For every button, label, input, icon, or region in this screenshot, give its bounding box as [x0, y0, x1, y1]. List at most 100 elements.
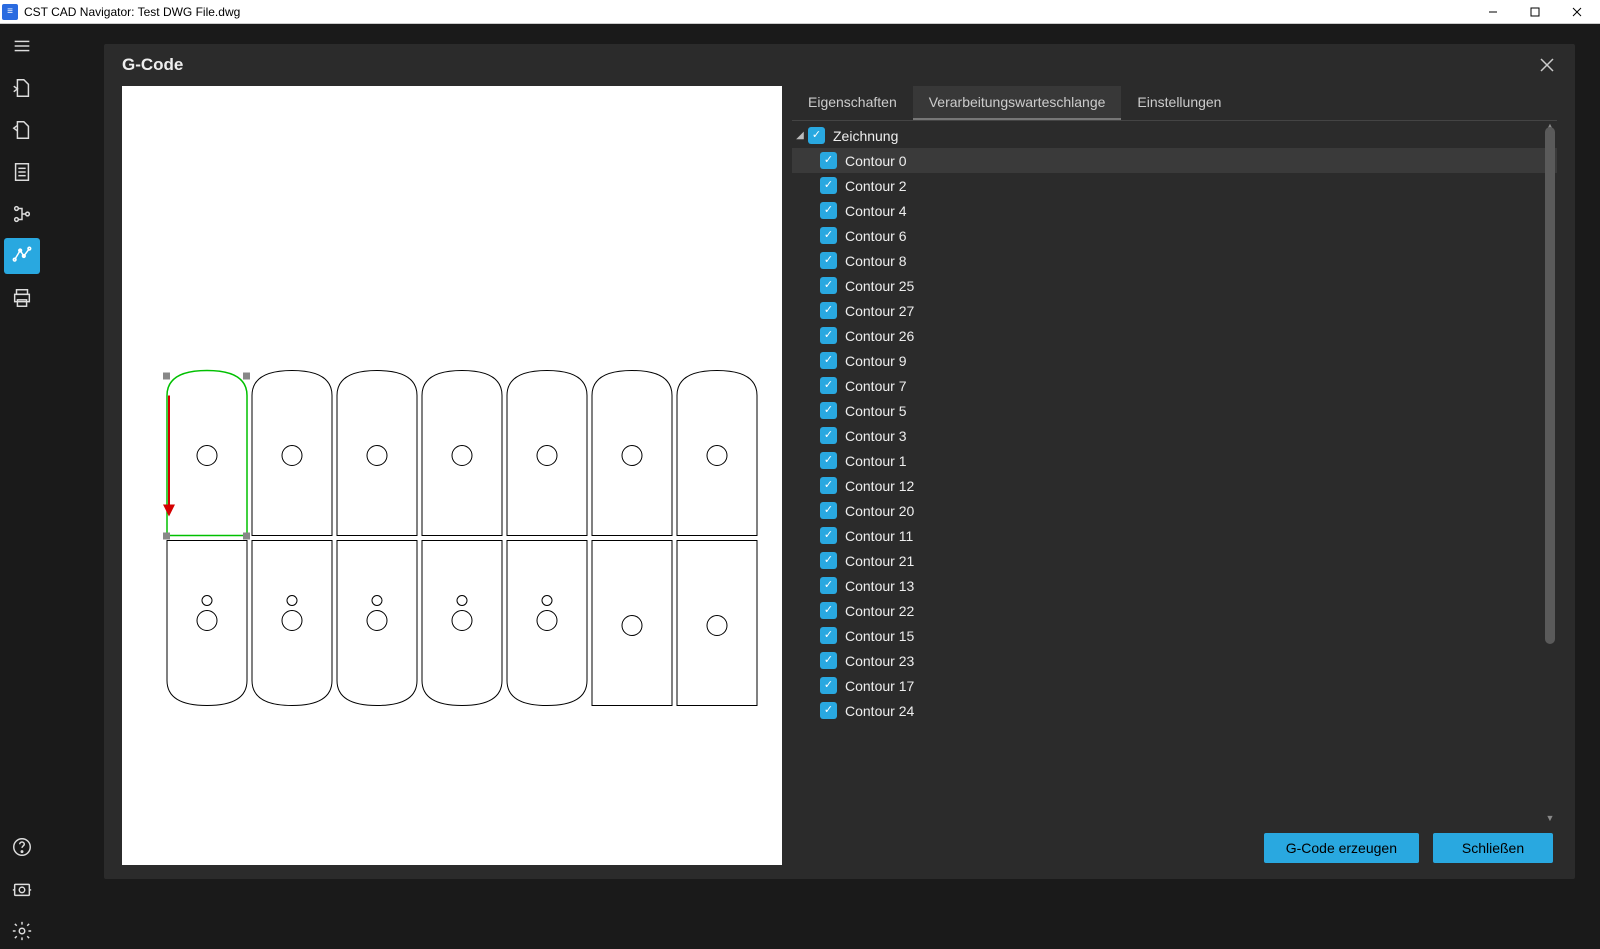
contour-label: Contour 27 [845, 303, 914, 319]
window-titlebar: CST CAD Navigator: Test DWG File.dwg [0, 0, 1600, 24]
contour-label: Contour 12 [845, 478, 914, 494]
checkbox-icon[interactable] [820, 327, 837, 344]
checkbox-icon[interactable] [820, 302, 837, 319]
contour-row[interactable]: Contour 27 [792, 298, 1557, 323]
checkbox-icon[interactable] [820, 152, 837, 169]
scroll-down-arrow[interactable]: ▼ [1545, 813, 1555, 823]
contour-row[interactable]: Contour 4 [792, 198, 1557, 223]
checkbox-icon[interactable] [820, 527, 837, 544]
tree-root[interactable]: ◢ Zeichnung [792, 123, 1557, 148]
menu-icon[interactable] [4, 28, 40, 64]
right-panel: EigenschaftenVerarbeitungswarteschlangeE… [792, 86, 1557, 865]
checkbox-icon[interactable] [820, 377, 837, 394]
scrollbar-thumb[interactable] [1545, 127, 1555, 644]
checkbox-icon[interactable] [820, 177, 837, 194]
contour-row[interactable]: Contour 17 [792, 673, 1557, 698]
contour-label: Contour 6 [845, 228, 906, 244]
tab-settings[interactable]: Einstellungen [1121, 86, 1237, 120]
expand-arrow-icon[interactable]: ◢ [794, 130, 806, 141]
window-close-button[interactable] [1556, 0, 1598, 24]
checkbox-icon[interactable] [820, 602, 837, 619]
app-icon [2, 4, 18, 20]
contour-label: Contour 24 [845, 703, 914, 719]
contour-label: Contour 21 [845, 553, 914, 569]
contour-row[interactable]: Contour 13 [792, 573, 1557, 598]
left-sidebar [0, 24, 44, 949]
tree-root-label: Zeichnung [833, 128, 898, 144]
contour-row[interactable]: Contour 24 [792, 698, 1557, 723]
contour-label: Contour 22 [845, 603, 914, 619]
structure-icon[interactable] [4, 196, 40, 232]
contour-row[interactable]: Contour 6 [792, 223, 1557, 248]
checkbox-icon[interactable] [820, 227, 837, 244]
window-minimize-button[interactable] [1472, 0, 1514, 24]
contour-label: Contour 7 [845, 378, 906, 394]
contour-label: Contour 4 [845, 203, 906, 219]
contour-row[interactable]: Contour 22 [792, 598, 1557, 623]
help-icon[interactable] [4, 829, 40, 865]
contour-row[interactable]: Contour 25 [792, 273, 1557, 298]
tabs: EigenschaftenVerarbeitungswarteschlangeE… [792, 86, 1557, 121]
tab-props[interactable]: Eigenschaften [792, 86, 913, 120]
contour-row[interactable]: Contour 8 [792, 248, 1557, 273]
contour-row[interactable]: Contour 5 [792, 398, 1557, 423]
contour-row[interactable]: Contour 21 [792, 548, 1557, 573]
checkbox-icon[interactable] [820, 202, 837, 219]
contour-label: Contour 3 [845, 428, 906, 444]
checkbox-icon[interactable] [820, 552, 837, 569]
contour-row[interactable]: Contour 1 [792, 448, 1557, 473]
contour-row[interactable]: Contour 2 [792, 173, 1557, 198]
checkbox-icon[interactable] [820, 452, 837, 469]
checkbox-icon[interactable] [820, 652, 837, 669]
window-title: CST CAD Navigator: Test DWG File.dwg [24, 5, 1472, 19]
checkbox-icon[interactable] [820, 427, 837, 444]
import-file-icon[interactable] [4, 70, 40, 106]
checkbox-icon[interactable] [820, 702, 837, 719]
modal-close-button[interactable] [1537, 55, 1557, 75]
checkbox-icon[interactable] [820, 577, 837, 594]
contour-row[interactable]: Contour 12 [792, 473, 1557, 498]
contour-label: Contour 2 [845, 178, 906, 194]
contour-row[interactable]: Contour 0 [792, 148, 1557, 173]
document-icon[interactable] [4, 154, 40, 190]
export-file-icon[interactable] [4, 112, 40, 148]
contour-row[interactable]: Contour 26 [792, 323, 1557, 348]
gcode-modal: G-Code [104, 44, 1575, 879]
generate-gcode-button[interactable]: G-Code erzeugen [1264, 833, 1419, 863]
close-modal-button[interactable]: Schließen [1433, 833, 1553, 863]
contour-label: Contour 26 [845, 328, 914, 344]
contour-row[interactable]: Contour 11 [792, 523, 1557, 548]
print-icon[interactable] [4, 280, 40, 316]
checkbox-icon[interactable] [820, 352, 837, 369]
contour-label: Contour 5 [845, 403, 906, 419]
checkbox-icon[interactable] [820, 402, 837, 419]
window-maximize-button[interactable] [1514, 0, 1556, 24]
contour-row[interactable]: Contour 23 [792, 648, 1557, 673]
settings-icon[interactable] [4, 913, 40, 949]
modal-body: EigenschaftenVerarbeitungswarteschlangeE… [104, 86, 1575, 879]
contour-label: Contour 17 [845, 678, 914, 694]
contour-label: Contour 11 [845, 528, 913, 544]
contour-row[interactable]: Contour 9 [792, 348, 1557, 373]
content-area: G-Code [44, 24, 1600, 949]
checkbox-icon[interactable] [820, 277, 837, 294]
screenshot-icon[interactable] [4, 871, 40, 907]
contour-row[interactable]: Contour 15 [792, 623, 1557, 648]
workspace: G-Code [0, 24, 1600, 949]
tab-queue[interactable]: Verarbeitungswarteschlange [913, 86, 1122, 120]
gcode-icon[interactable] [4, 238, 40, 274]
contour-row[interactable]: Contour 7 [792, 373, 1557, 398]
checkbox-icon[interactable] [820, 502, 837, 519]
checkbox-icon[interactable] [820, 252, 837, 269]
checkbox-icon[interactable] [820, 627, 837, 644]
contour-label: Contour 15 [845, 628, 914, 644]
scrollbar[interactable]: ▲ ▼ [1543, 123, 1557, 821]
checkbox-icon[interactable] [820, 677, 837, 694]
drawing-preview[interactable] [122, 86, 782, 865]
contour-row[interactable]: Contour 20 [792, 498, 1557, 523]
contour-row[interactable]: Contour 3 [792, 423, 1557, 448]
checkbox-icon[interactable] [808, 127, 825, 144]
modal-title: G-Code [122, 55, 1537, 75]
checkbox-icon[interactable] [820, 477, 837, 494]
contour-label: Contour 0 [845, 153, 906, 169]
